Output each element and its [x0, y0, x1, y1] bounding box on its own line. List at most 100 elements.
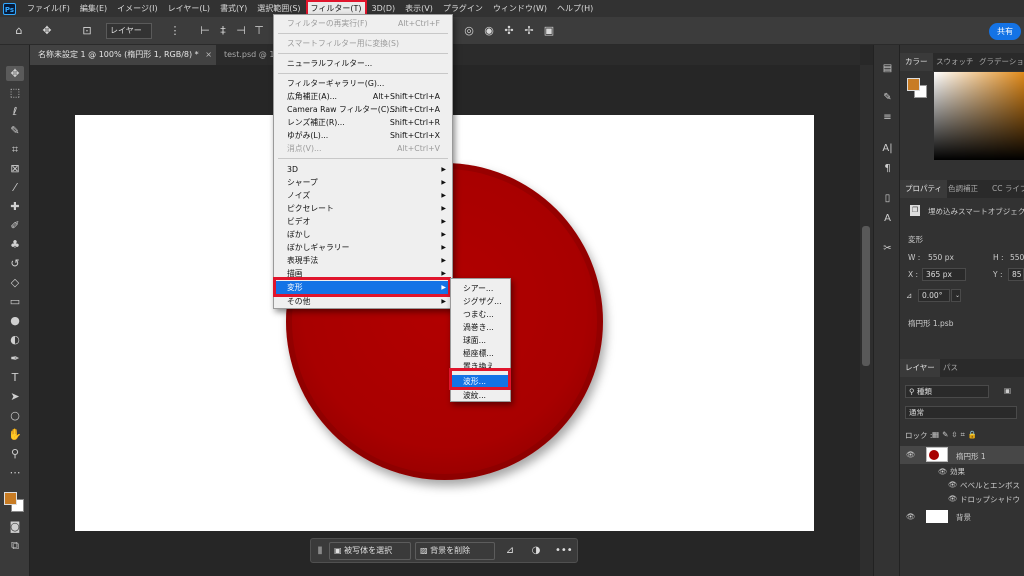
auto-select-icon[interactable]: ⊡ [80, 24, 94, 38]
home-icon[interactable]: ⌂ [12, 24, 26, 38]
menu-item-video[interactable]: ビデオ ▶ [274, 215, 452, 228]
path-select-icon[interactable]: ➤ [6, 389, 24, 404]
width-value[interactable]: 550 px [928, 253, 954, 262]
blur-tool-icon[interactable]: ● [6, 313, 24, 328]
adjustment-icon[interactable]: ◑ [529, 543, 543, 559]
bevel-eye-icon[interactable]: 👁 [948, 480, 958, 489]
healing-brush-icon[interactable]: ✚ [6, 199, 24, 214]
shadow-eye-icon[interactable]: 👁 [948, 494, 958, 503]
image-filter-icon[interactable]: ▣ [1004, 386, 1011, 395]
submenu-item-shear[interactable]: シアー... [451, 282, 510, 295]
visibility-eye-icon[interactable]: 👁 [906, 450, 916, 459]
effects-eye-icon[interactable]: 👁 [938, 467, 948, 476]
more-tools-icon[interactable]: ⋯ [6, 465, 24, 480]
tab-document-1[interactable]: 名称未設定 1 @ 100% (楕円形 1, RGB/8) * × [30, 45, 216, 65]
menu-item-camera-raw[interactable]: Camera Raw フィルター(C)... Shift+Ctrl+A [274, 103, 452, 116]
3d-pan-icon[interactable]: ✣ [502, 24, 516, 38]
layer-name-background[interactable]: 背景 [956, 512, 971, 523]
menu-item-liquify[interactable]: ゆがみ(L)... Shift+Ctrl+X [274, 129, 452, 142]
background-visibility-eye-icon[interactable]: 👁 [906, 512, 916, 521]
submenu-item-polar-coordinates[interactable]: 極座標... [451, 347, 510, 360]
lock-options-icons[interactable]: ▦✎⇳⌗🔒 [932, 430, 980, 440]
menu-help[interactable]: ヘルプ(H) [552, 0, 598, 17]
move-tool-icon[interactable]: ✥ [40, 24, 54, 38]
lasso-tool-icon[interactable]: ℓ [6, 104, 24, 119]
menu-window[interactable]: ウィンドウ(W) [488, 0, 552, 17]
character-styles-icon[interactable]: A [880, 211, 895, 226]
tab-paths[interactable]: パス [938, 359, 963, 377]
align-center-icon[interactable]: ‡ [216, 24, 230, 38]
align-left-icon[interactable]: ⊢ [198, 24, 212, 38]
tab-properties[interactable]: プロパティ [900, 180, 948, 198]
zoom-tool-icon[interactable]: ⚲ [6, 446, 24, 461]
quick-mask-icon[interactable]: ◙ [6, 519, 24, 534]
marquee-tool-icon[interactable]: ⬚ [6, 85, 24, 100]
x-position-field[interactable]: 365 px [922, 268, 966, 281]
more-options-icon[interactable]: ••• [555, 543, 573, 559]
3d-roll-icon[interactable]: ◉ [482, 24, 496, 38]
blend-mode-select[interactable]: 通常 [905, 406, 1017, 419]
height-value[interactable]: 550 [1010, 253, 1024, 262]
close-tab-icon[interactable]: × [205, 50, 212, 59]
align-right-icon[interactable]: ⊣ [234, 24, 248, 38]
menu-item-reapply-filter[interactable]: フィルターの再実行(F) Alt+Ctrl+F [274, 17, 452, 30]
brushes-icon[interactable]: ≡ [880, 110, 895, 125]
effect-bevel-emboss[interactable]: ベベルとエンボス [960, 480, 1020, 491]
character-icon[interactable]: A| [880, 141, 895, 156]
remove-background-button[interactable]: ▨ 背景を削除 [415, 542, 495, 560]
brush-settings-icon[interactable]: ✎ [880, 90, 895, 105]
eraser-tool-icon[interactable]: ◇ [6, 275, 24, 290]
3d-orbit-icon[interactable]: ◎ [462, 24, 476, 38]
menu-item-stylize[interactable]: 表現手法 ▶ [274, 254, 452, 267]
menu-item-blur-gallery[interactable]: ぼかしギャラリー ▶ [274, 241, 452, 254]
3d-scale-icon[interactable]: ▣ [542, 24, 556, 38]
transform-icon[interactable]: ⊿ [503, 543, 517, 559]
type-tool-icon[interactable]: T [6, 370, 24, 385]
submenu-item-ripple[interactable]: 波紋... [451, 389, 510, 402]
paragraph-icon[interactable]: ¶ [880, 161, 895, 176]
clone-stamp-icon[interactable]: ♣ [6, 237, 24, 252]
menu-item-filter-gallery[interactable]: フィルターギャラリー(G)... [274, 77, 452, 90]
brush-tool-icon[interactable]: ✐ [6, 218, 24, 233]
submenu-item-spherize[interactable]: 球面... [451, 334, 510, 347]
align-top-icon[interactable]: ⊤ [252, 24, 266, 38]
angle-dropdown-chevron-icon[interactable]: ⌄ [951, 289, 961, 302]
select-subject-button[interactable]: ▣ 被写体を選択 [329, 542, 411, 560]
layer-kind-filter[interactable]: ⚲ 種類 [905, 385, 989, 398]
submenu-item-pinch[interactable]: つまむ... [451, 308, 510, 321]
gradient-tool-icon[interactable]: ▭ [6, 294, 24, 309]
angle-field[interactable]: 0.00° [918, 289, 950, 302]
layer-select-dropdown[interactable]: レイヤー [106, 23, 152, 39]
eyedropper-tool-icon[interactable]: ⁄ [6, 180, 24, 195]
menu-item-lens-correction[interactable]: レンズ補正(R)... Shift+Ctrl+R [274, 116, 452, 129]
menu-layer[interactable]: レイヤー(L) [163, 0, 215, 17]
color-panel-fg-swatch[interactable] [907, 78, 920, 91]
pen-tool-icon[interactable]: ✒ [6, 351, 24, 366]
3d-slide-icon[interactable]: ✢ [522, 24, 536, 38]
share-button[interactable]: 共有 [989, 23, 1021, 40]
menu-item-adaptive-wide-angle[interactable]: 広角補正(A)... Alt+Shift+Ctrl+A [274, 90, 452, 103]
menu-item-vanishing-point[interactable]: 消点(V)... Alt+Ctrl+V [274, 142, 452, 155]
tab-document-2[interactable]: test.psd @ 10 [216, 45, 276, 65]
move-tool-icon[interactable]: ✥ [6, 66, 24, 81]
history-icon[interactable]: ▤ [880, 61, 895, 76]
menu-item-noise[interactable]: ノイズ ▶ [274, 189, 452, 202]
hand-tool-icon[interactable]: ✋ [6, 427, 24, 442]
menu-item-pixelate[interactable]: ピクセレート ▶ [274, 202, 452, 215]
transform-controls-icon[interactable]: ⋮ [168, 24, 182, 38]
crop-tool-icon[interactable]: ⌗ [6, 142, 24, 157]
submenu-item-twirl[interactable]: 渦巻き... [451, 321, 510, 334]
effect-drop-shadow[interactable]: ドロップシャドウ [960, 494, 1020, 505]
menu-edit[interactable]: 編集(E) [75, 0, 112, 17]
menu-type[interactable]: 書式(Y) [215, 0, 252, 17]
menu-file[interactable]: ファイル(F) [22, 0, 75, 17]
menu-item-blur[interactable]: ぼかし ▶ [274, 228, 452, 241]
glyphs-icon[interactable]: ▯ [880, 191, 895, 206]
menu-item-3d[interactable]: 3D ▶ [274, 163, 452, 176]
frame-tool-icon[interactable]: ⊠ [6, 161, 24, 176]
vertical-scrollbar-thumb[interactable] [862, 226, 870, 366]
menu-image[interactable]: イメージ(I) [112, 0, 162, 17]
tab-swatches[interactable]: スウォッチ [931, 53, 979, 71]
tab-cc-libraries[interactable]: CC ライブ [987, 180, 1024, 198]
tab-adjustments[interactable]: 色調補正 [943, 180, 983, 198]
